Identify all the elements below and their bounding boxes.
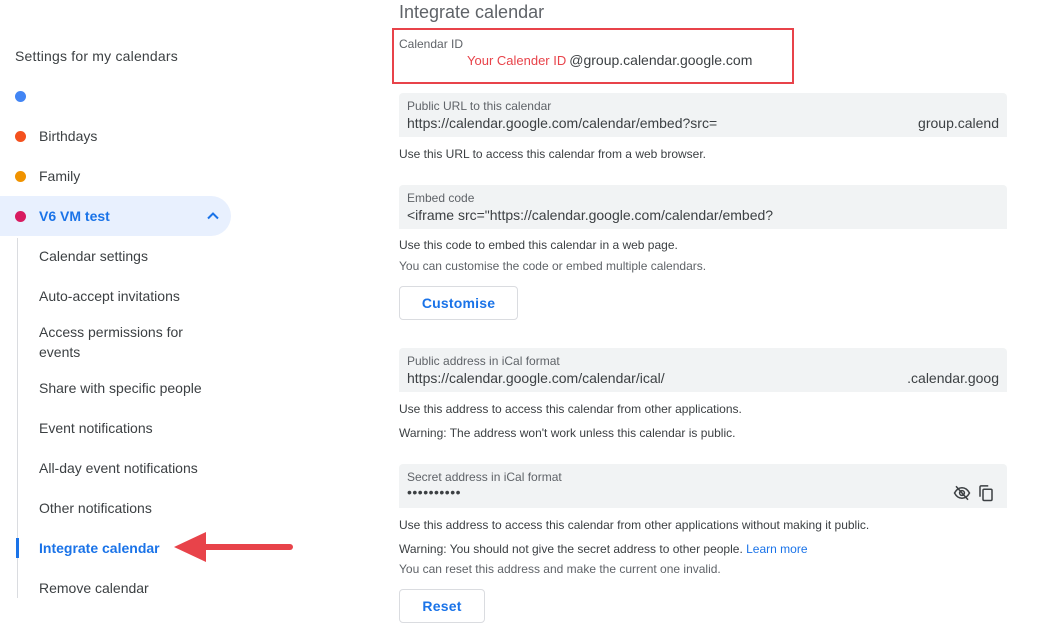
public-url-value-end: group.calend xyxy=(918,115,999,131)
embed-code-label: Embed code xyxy=(407,191,475,205)
sidebar-calendar-v6-vm-test[interactable]: V6 VM test xyxy=(0,196,231,236)
calendar-id-value[interactable]: Your Calender ID @group.calendar.google.c… xyxy=(467,52,752,68)
public-url-value: https://calendar.google.com/calendar/emb… xyxy=(407,115,718,131)
ical-secret-warning: Warning: You should not give the secret … xyxy=(399,542,808,556)
sidebar-item-remove-calendar[interactable]: Remove calendar xyxy=(39,578,219,598)
sidebar-calendar-birthdays[interactable]: Birthdays xyxy=(0,116,231,156)
calendar-label: Family xyxy=(39,168,81,184)
sidebar-item-auto-accept[interactable]: Auto-accept invitations xyxy=(39,286,219,306)
embed-code-value: <iframe src="https://calendar.google.com… xyxy=(407,207,774,223)
annotation-arrow-icon xyxy=(174,532,293,562)
calendar-label: V6 VM test xyxy=(39,208,110,224)
ical-public-warning: Warning: The address won't work unless t… xyxy=(399,426,736,440)
embed-code-help-2: You can customise the code or embed mult… xyxy=(399,259,707,273)
section-title: Integrate calendar xyxy=(399,2,545,22)
ical-secret-warning-text: Warning: You should not give the secret … xyxy=(399,542,743,556)
calendar-color-dot xyxy=(15,130,26,142)
calendar-id-annotation: Your Calender ID xyxy=(467,53,567,68)
settings-sidebar: Settings for my calendars Birthdays Fami… xyxy=(0,0,293,635)
public-url-help: Use this URL to access this calendar fro… xyxy=(399,147,707,161)
calendar-color-dot xyxy=(15,210,26,222)
calendar-color-dot xyxy=(15,170,26,182)
embed-code-help: Use this code to embed this calendar in … xyxy=(399,238,678,252)
ical-secret-label: Secret address in iCal format xyxy=(407,470,562,484)
sidebar-heading: Settings for my calendars xyxy=(15,48,178,64)
sidebar-item-event-notifications[interactable]: Event notifications xyxy=(39,418,219,438)
visibility-off-icon[interactable] xyxy=(953,484,971,502)
sidebar-calendar-primary[interactable] xyxy=(0,76,231,116)
ical-public-value-end: .calendar.goog xyxy=(907,370,999,386)
calendar-color-dot xyxy=(15,90,26,102)
ical-secret-field[interactable]: Secret address in iCal format •••••••••• xyxy=(399,464,1007,508)
calendar-id-label: Calendar ID xyxy=(399,37,464,51)
learn-more-link[interactable]: Learn more xyxy=(746,542,807,556)
customise-button[interactable]: Customise xyxy=(399,286,518,320)
copy-icon[interactable] xyxy=(977,484,995,502)
calendar-id-suffix: @group.calendar.google.com xyxy=(569,52,753,68)
reset-button[interactable]: Reset xyxy=(399,589,485,623)
sidebar-item-calendar-settings[interactable]: Calendar settings xyxy=(39,246,219,266)
sidebar-item-access-permissions[interactable]: Access permissions for events xyxy=(39,322,219,362)
public-url-field[interactable]: Public URL to this calendar https://cale… xyxy=(399,93,1007,137)
chevron-up-icon[interactable] xyxy=(205,208,221,224)
sidebar-calendar-family[interactable]: Family xyxy=(0,156,231,196)
ical-secret-reset-note: You can reset this address and make the … xyxy=(399,562,721,576)
embed-code-field[interactable]: Embed code <iframe src="https://calendar… xyxy=(399,185,1007,229)
ical-public-help: Use this address to access this calendar… xyxy=(399,402,742,416)
ical-public-field[interactable]: Public address in iCal format https://ca… xyxy=(399,348,1007,392)
integrate-calendar-section: Integrate calendar Calendar ID Your Cale… xyxy=(392,0,1039,635)
ical-secret-help: Use this address to access this calendar… xyxy=(399,518,870,532)
ical-public-value: https://calendar.google.com/calendar/ica… xyxy=(407,370,665,386)
ical-public-label: Public address in iCal format xyxy=(407,354,560,368)
calendar-label: Birthdays xyxy=(39,128,98,144)
public-url-label: Public URL to this calendar xyxy=(407,99,552,113)
sidebar-item-share-specific-people[interactable]: Share with specific people xyxy=(39,378,219,398)
sidebar-item-other-notifications[interactable]: Other notifications xyxy=(39,498,219,518)
sidebar-item-all-day-notifications[interactable]: All-day event notifications xyxy=(39,458,219,478)
active-indicator-bar xyxy=(16,538,19,558)
ical-secret-value: •••••••••• xyxy=(407,484,462,500)
